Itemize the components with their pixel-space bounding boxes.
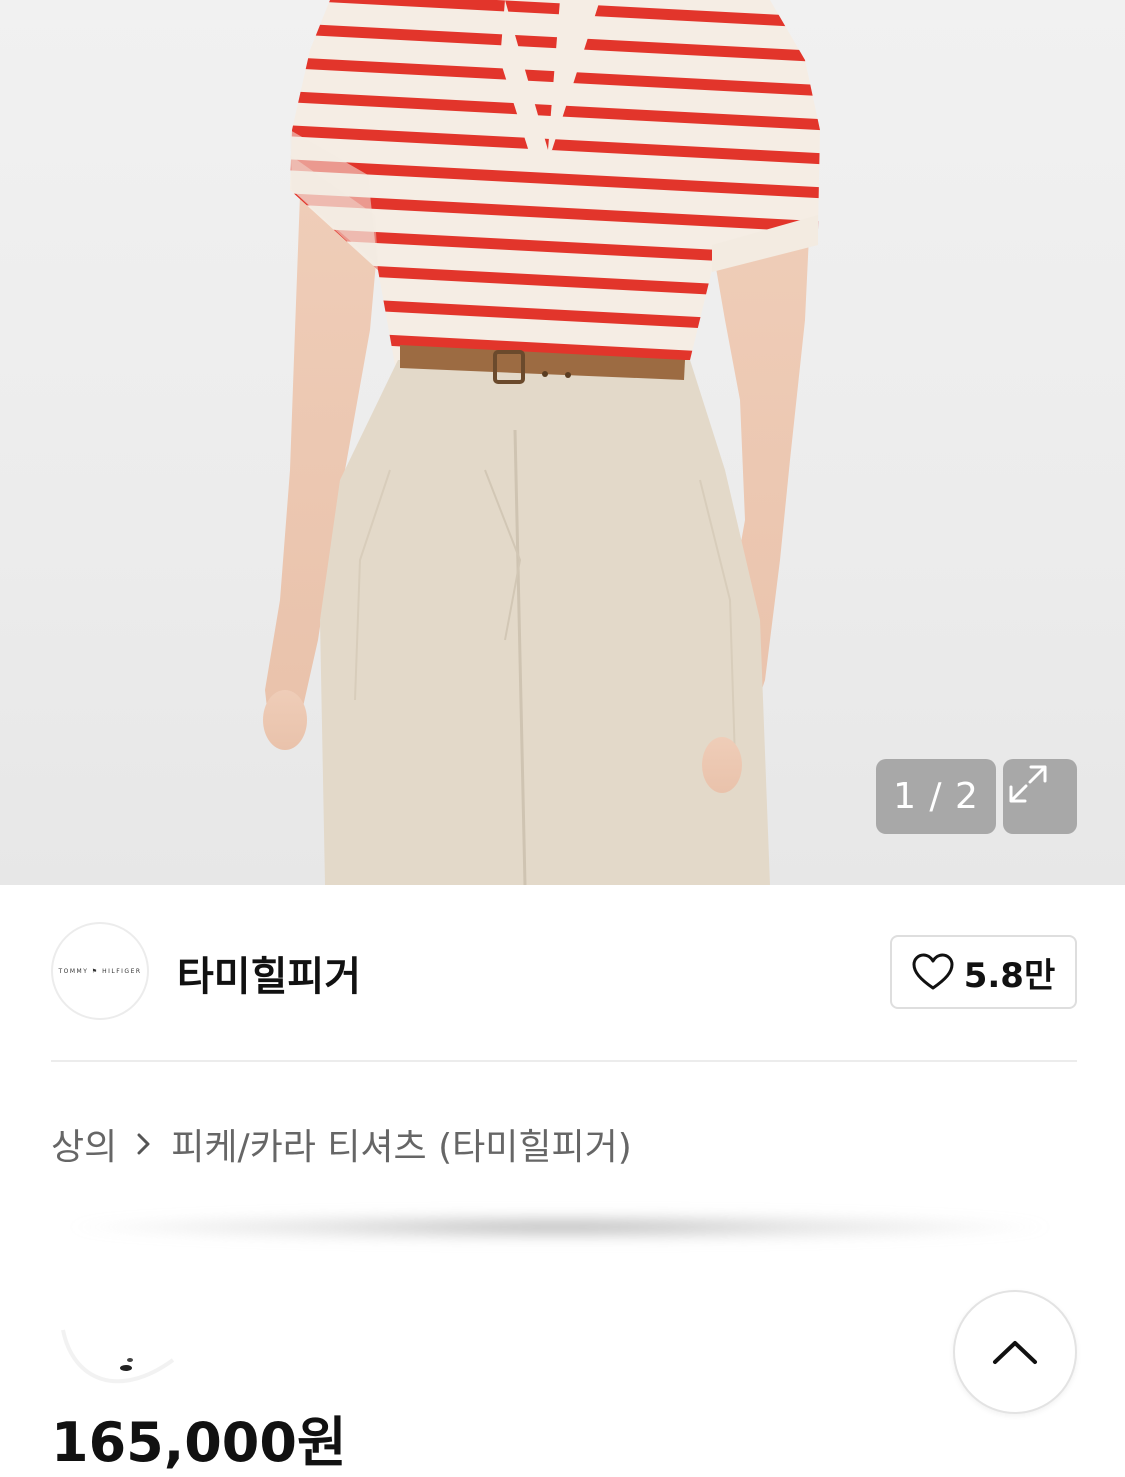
like-button[interactable]: 5.8만 (890, 935, 1077, 1009)
divider (51, 1060, 1077, 1062)
brand-logo-text: TOMMY ⚑ HILFIGER (58, 967, 142, 975)
brand-logo[interactable]: TOMMY ⚑ HILFIGER (51, 922, 149, 1020)
product-price: 165,000원 (51, 1411, 347, 1474)
scroll-top-button[interactable] (953, 1290, 1077, 1414)
product-image[interactable]: 1 / 2 (0, 0, 1125, 885)
brand-name[interactable]: 타미힐피거 (177, 944, 361, 1002)
image-counter: 1 / 2 (876, 759, 996, 834)
breadcrumb: 상의 피케/카라 티셔츠 (타미힐피거) (51, 1118, 632, 1170)
expand-button[interactable] (1003, 759, 1077, 834)
chevron-up-icon (993, 1341, 1037, 1364)
product-title-blurred (60, 1212, 1060, 1242)
product-photo (263, 0, 820, 885)
chevron-right-icon (135, 1131, 153, 1157)
heart-outline-icon (912, 953, 954, 990)
breadcrumb-category[interactable]: 상의 (51, 1118, 117, 1170)
expand-arrows-icon (1009, 765, 1047, 803)
blurred-icon (61, 1329, 175, 1384)
like-count: 5.8만 (963, 955, 1056, 996)
breadcrumb-subcategory[interactable]: 피케/카라 티셔츠 (타미힐피거) (171, 1118, 632, 1170)
